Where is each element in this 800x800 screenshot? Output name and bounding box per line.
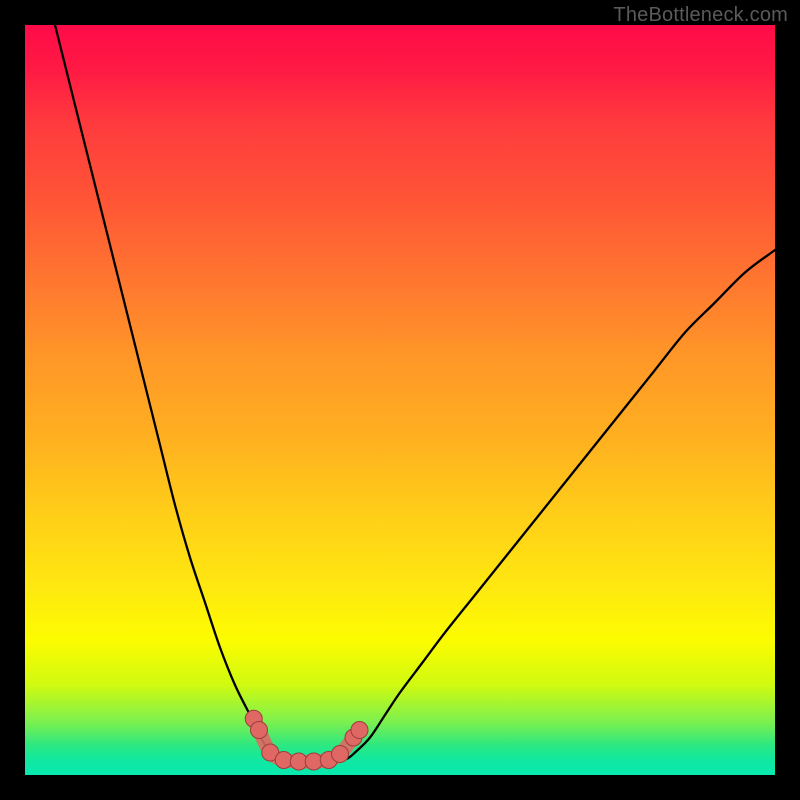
marker-point: [275, 752, 292, 769]
curve-right-curve: [340, 250, 775, 760]
chart-frame: TheBottleneck.com: [0, 0, 800, 800]
marker-point: [351, 722, 368, 739]
watermark-text: TheBottleneck.com: [613, 4, 788, 27]
chart-svg: [25, 25, 775, 775]
marker-point: [332, 746, 349, 763]
marker-point: [305, 753, 322, 770]
curve-left-curve: [55, 25, 288, 760]
marker-point: [251, 722, 268, 739]
plot-area: [25, 25, 775, 775]
marker-point: [290, 753, 307, 770]
